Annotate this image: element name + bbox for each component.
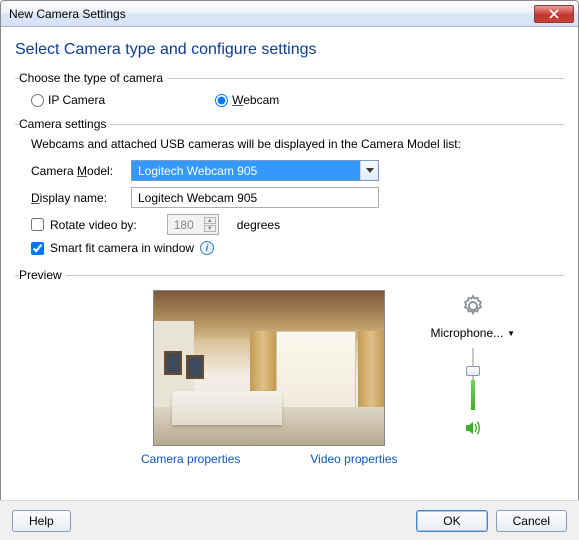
camera-type-legend: Choose the type of camera — [19, 71, 167, 85]
stepper-up-icon: ▲ — [204, 217, 216, 224]
close-button[interactable] — [534, 5, 574, 23]
info-icon[interactable]: i — [200, 241, 214, 255]
microphone-select[interactable]: Microphone... ▼ — [430, 326, 515, 340]
stepper-down-icon: ▼ — [204, 225, 216, 232]
camera-model-label: Camera Model: — [31, 164, 131, 178]
radio-ip-camera-label: IP Camera — [48, 93, 105, 107]
radio-ip-camera-input[interactable] — [31, 94, 44, 107]
cancel-button[interactable]: Cancel — [496, 510, 567, 532]
radio-ip-camera[interactable]: IP Camera — [31, 93, 105, 107]
smartfit-checkbox[interactable] — [31, 242, 44, 255]
microphone-label: Microphone... — [430, 326, 503, 340]
rotate-degrees-stepper: 180 ▲ ▼ — [167, 214, 219, 235]
camera-model-value: Logitech Webcam 905 — [132, 161, 360, 180]
help-button[interactable]: Help — [12, 510, 71, 532]
camera-settings-legend: Camera settings — [19, 117, 110, 131]
preview-settings-button[interactable] — [461, 294, 485, 318]
chevron-down-icon[interactable] — [360, 161, 378, 180]
radio-webcam-input[interactable] — [215, 94, 228, 107]
close-icon — [549, 9, 559, 19]
slider-thumb[interactable] — [466, 366, 480, 376]
titlebar: New Camera Settings — [1, 1, 578, 27]
camera-settings-caption: Webcams and attached USB cameras will be… — [19, 137, 560, 157]
camera-type-group: Choose the type of camera IP Camera Webc… — [15, 71, 564, 111]
camera-settings-group: Camera settings Webcams and attached USB… — [15, 117, 564, 262]
gear-icon — [461, 294, 485, 318]
rotate-unit: degrees — [237, 218, 280, 232]
preview-legend: Preview — [19, 268, 66, 282]
page-title: Select Camera type and configure setting… — [15, 41, 564, 59]
ok-button[interactable]: OK — [416, 510, 487, 532]
radio-webcam-label: Webcam — [232, 93, 279, 107]
rotate-label: Rotate video by: — [50, 218, 137, 232]
dialog-footer: Help OK Cancel — [0, 500, 579, 540]
preview-image — [153, 290, 385, 446]
radio-webcam[interactable]: Webcam — [215, 93, 279, 107]
camera-model-select[interactable]: Logitech Webcam 905 — [131, 160, 379, 181]
test-sound-button[interactable] — [463, 418, 483, 441]
rotate-degrees-value: 180 — [174, 218, 204, 232]
display-name-input[interactable] — [131, 187, 379, 208]
rotate-checkbox[interactable] — [31, 218, 44, 231]
window-title: New Camera Settings — [9, 7, 126, 21]
speaker-icon — [463, 418, 483, 438]
smartfit-label: Smart fit camera in window — [50, 241, 194, 255]
preview-group: Preview Camera properties Video properti… — [15, 268, 564, 470]
chevron-down-icon: ▼ — [507, 329, 515, 338]
camera-properties-link[interactable]: Camera properties — [141, 452, 240, 466]
display-name-label: Display name: — [31, 191, 131, 205]
video-properties-link[interactable]: Video properties — [310, 452, 397, 466]
mic-volume-slider[interactable] — [466, 348, 480, 410]
